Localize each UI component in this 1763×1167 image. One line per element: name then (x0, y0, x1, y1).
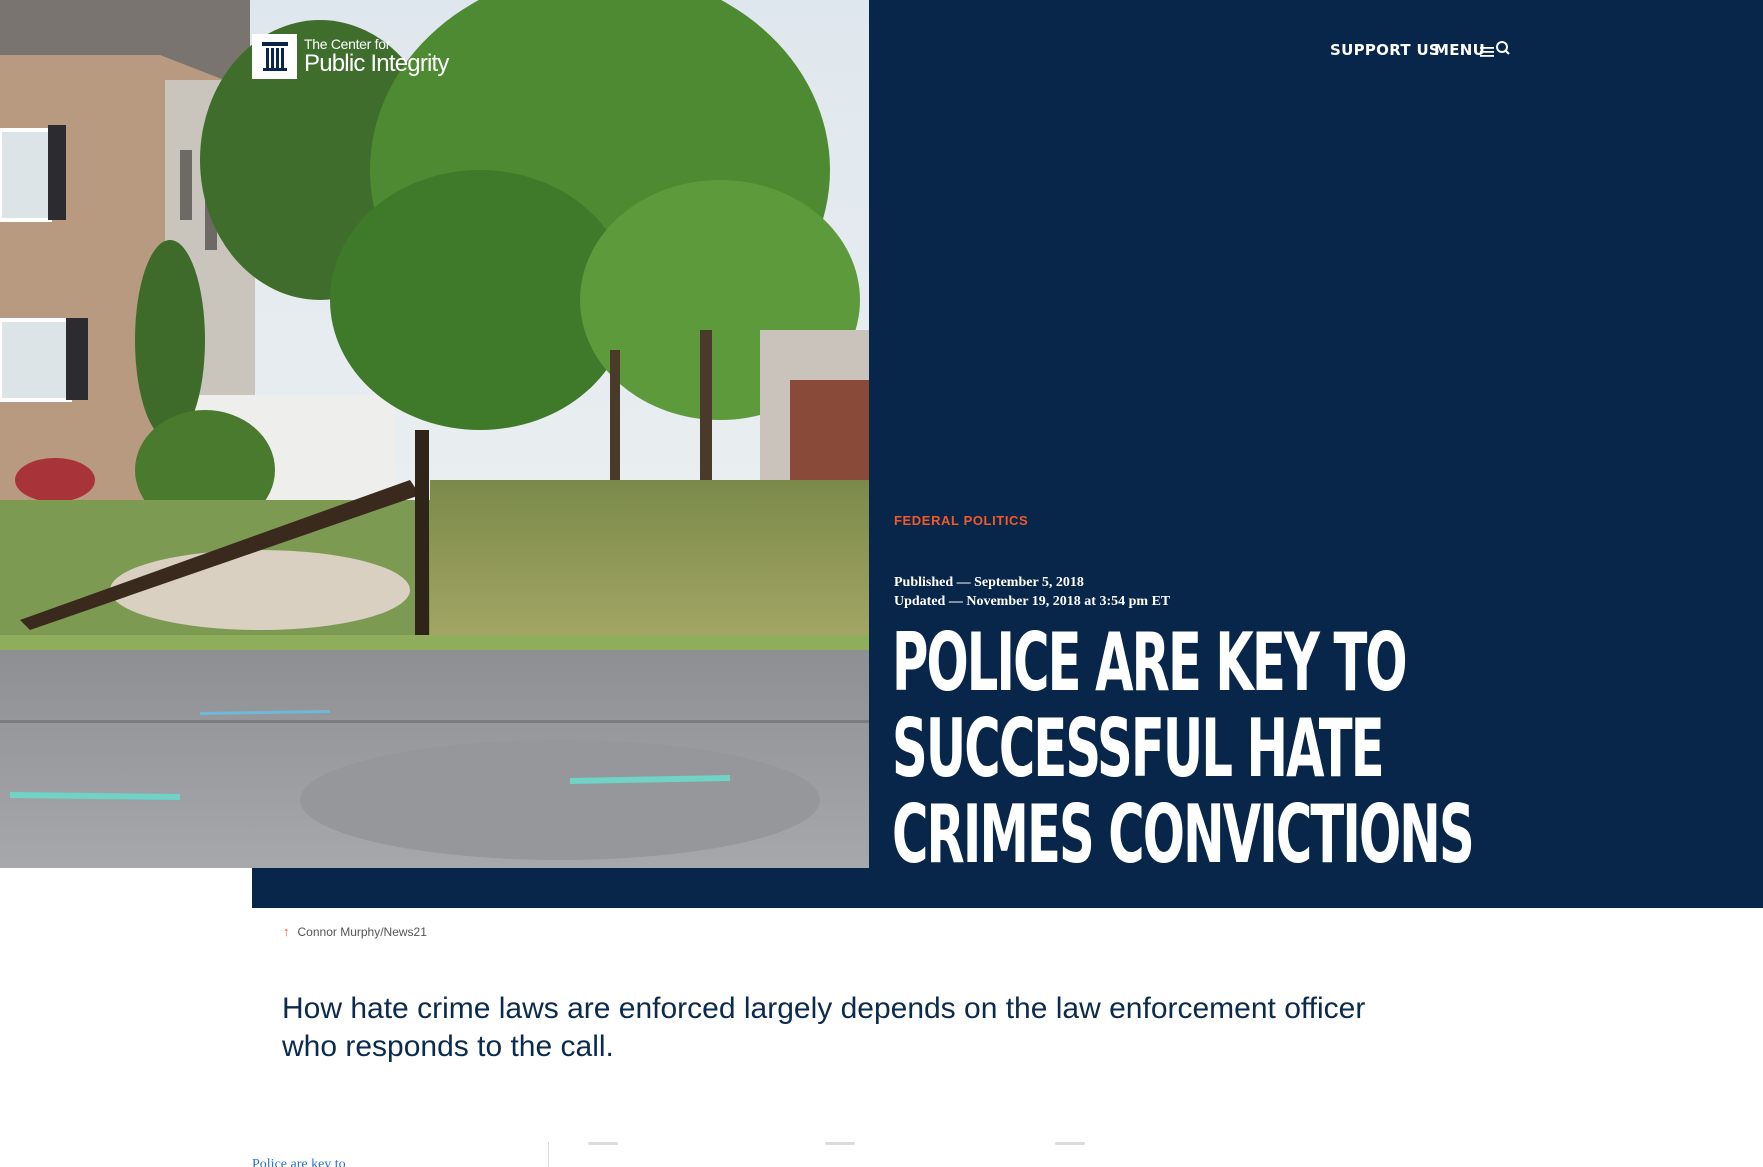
share-icon[interactable] (588, 1142, 618, 1145)
logo-line-2: Public Integrity (304, 49, 449, 77)
hero-photo (0, 0, 869, 868)
article-dek: How hate crime laws are enforced largely… (282, 992, 1366, 1063)
hamburger-search-icon (1480, 41, 1510, 57)
menu-button[interactable]: MENU (1434, 40, 1512, 60)
support-us-label: SUPPORT US (1330, 40, 1441, 59)
share-icon[interactable] (825, 1142, 855, 1145)
top-nav: SUPPORT US MENU (1330, 40, 1512, 60)
support-us-link[interactable]: SUPPORT US (1330, 41, 1440, 60)
headline-line: CRIMES CONVICTIONS (892, 788, 1475, 881)
site-logo[interactable]: The Center for Public Integrity (252, 32, 482, 80)
updated-date: Updated — November 19, 2018 at 3:54 pm E… (894, 594, 1171, 609)
menu-label: MENU (1434, 40, 1486, 59)
headline: POLICE ARE KEY TO SUCCESSFUL HATE CRIMES… (892, 616, 1475, 881)
category-link[interactable]: FEDERAL POLITICS (894, 513, 1028, 528)
published-date: Published — September 5, 2018 (894, 575, 1084, 590)
logo-wordmark: The Center for Public Integrity (304, 37, 449, 76)
arrow-up-icon: ↑ (283, 924, 290, 939)
headline-line: POLICE ARE KEY TO (892, 616, 1408, 709)
divider (548, 1142, 549, 1167)
publish-dates: Published — September 5, 2018 Updated — … (894, 573, 1170, 611)
photo-credit-text: Connor Murphy/News21 (297, 924, 427, 939)
logo-line-1: The Center for (304, 35, 391, 52)
headline-line: SUCCESSFUL HATE (892, 702, 1385, 795)
toc-link[interactable]: Police are key to (252, 1157, 346, 1167)
photo-credit: ↑ Connor Murphy/News21 (283, 924, 427, 939)
pillar-icon (252, 33, 297, 79)
share-icon[interactable] (1055, 1142, 1085, 1145)
